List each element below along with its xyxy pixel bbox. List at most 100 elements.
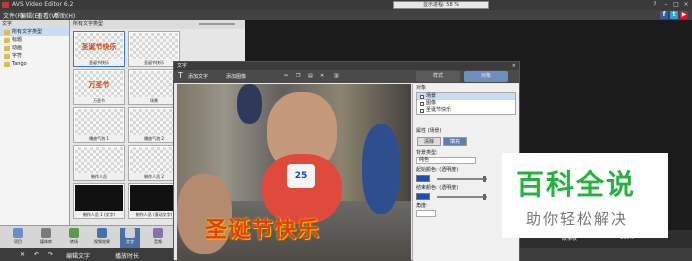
tab-object[interactable]: 对象 [464, 71, 508, 82]
thumb-caption: 万圣节 [74, 97, 124, 104]
progress-indicator: 显示进程: 58 % [393, 1, 489, 9]
delete-object-icon[interactable]: ✕ [320, 73, 324, 79]
add-image-button[interactable]: 添加图像 [226, 73, 246, 80]
delete-icon[interactable]: ✕ [20, 251, 25, 258]
thumb-caption: 播放气泡 1 [74, 135, 124, 142]
object-list-item[interactable]: 圣诞节快乐 [417, 107, 515, 114]
slider-knob[interactable] [483, 176, 486, 182]
video-effects-button[interactable]: 视频效果 [92, 228, 112, 248]
duration-button[interactable]: 播放时长 [115, 251, 139, 260]
layer-icon[interactable]: ▥ [334, 73, 339, 79]
start-opacity-slider[interactable] [437, 178, 487, 180]
tab-style[interactable]: 样式 [416, 71, 460, 82]
clear-button[interactable]: 清除 [417, 137, 441, 146]
folder-icon [4, 61, 10, 67]
tree-item-tango[interactable]: Tango [0, 60, 69, 68]
watermark-subtitle: 助你轻松解决 [526, 210, 629, 228]
fill-type-select[interactable]: 纯色 [416, 157, 476, 164]
angle-field[interactable] [416, 210, 436, 217]
object-list-item[interactable]: 图像 [417, 100, 515, 107]
zoom-slider[interactable] [199, 23, 235, 25]
facebook-icon[interactable]: f [660, 11, 668, 19]
folder-icon [4, 37, 10, 43]
menu-help[interactable]: 帮助(H) [54, 11, 75, 20]
checkbox[interactable] [420, 108, 424, 113]
tree-item-character[interactable]: 字符 [0, 52, 69, 60]
end-color-picker[interactable] [416, 193, 430, 200]
copy-icon[interactable]: ❐ [296, 73, 300, 79]
app-icon [2, 2, 9, 8]
toolbar-icon [69, 228, 79, 238]
text-template-thumb[interactable]: 万圣节 万圣节 [73, 69, 125, 105]
tree-item-label: 动画 [12, 45, 23, 51]
thumb-preview [75, 147, 123, 173]
youtube-icon[interactable]: ▶ [680, 11, 688, 19]
text-template-thumb[interactable]: 圣诞节快乐 圣诞节快乐 [73, 31, 125, 67]
undo-icon[interactable]: ↶ [34, 251, 39, 258]
dialog-title: 文字 [177, 63, 188, 69]
tree-item-animation[interactable]: 动画 [0, 44, 69, 52]
thumb-caption: 制作人员 2 [129, 173, 179, 180]
folder-icon [4, 53, 10, 59]
text-button[interactable]: 文字 [120, 228, 140, 248]
child-right [362, 124, 400, 214]
add-text-button[interactable]: 添加文字 [188, 73, 208, 80]
preview-caption[interactable]: 圣诞节快乐 [205, 212, 320, 244]
dialog-close-icon[interactable]: × [512, 62, 516, 70]
minimize-button[interactable]: – [661, 1, 671, 9]
redo-icon[interactable]: ↷ [48, 251, 53, 258]
transitions-button[interactable]: 转场 [64, 228, 84, 248]
checkbox[interactable] [420, 101, 424, 106]
toolbar-label: 转场 [70, 239, 78, 244]
close-button[interactable]: × [681, 1, 691, 9]
media-library-button[interactable]: 媒体库 [36, 228, 56, 248]
menu-bar: 文件(F) 编辑(E) 查看(V) 帮助(H) [0, 10, 692, 20]
start-color-picker[interactable] [416, 175, 430, 182]
app-window: AVS Video Editor 6.2 显示进程: 58 % ? – □ × … [0, 0, 692, 261]
thumb-caption: 场景 [129, 97, 179, 104]
toolbar-label: 视频效果 [94, 239, 110, 244]
folder-icon [4, 45, 10, 51]
preview-image[interactable]: 25 圣诞节快乐 [177, 84, 411, 261]
fill-button[interactable]: 填充 [443, 137, 467, 146]
category-tree: 文字 所有文字类型 标题 动画 字符 Tango [0, 20, 70, 225]
maximize-button[interactable]: □ [671, 1, 681, 9]
text-template-thumb[interactable]: 播放气泡 1 [73, 107, 125, 143]
text-template-thumb[interactable]: 制作人员 1 (文字) [73, 183, 125, 219]
thumb-caption: 制作人员 [74, 173, 124, 180]
thumb-preview [75, 185, 123, 211]
help-icon[interactable]: ? [650, 1, 660, 9]
toolbar-icon [97, 228, 107, 238]
thumb-caption: 圣诞节快乐 [74, 59, 124, 66]
project-button[interactable]: 项目 [8, 228, 28, 248]
toolbar-icon [125, 228, 135, 238]
objects-list: 场景 图像 圣诞节快乐 [416, 92, 516, 115]
paste-icon[interactable]: ▤ [308, 73, 313, 79]
tree-item-label: 标题 [12, 37, 23, 43]
folder-icon [4, 29, 10, 35]
thumb-preview [130, 71, 178, 97]
object-list-item[interactable]: 场景 [417, 93, 515, 100]
thumb-caption: 圣诞节快乐 [129, 59, 179, 66]
dialog-toolbar: T 添加文字 添加图像 ✂ ❐ ▤ ✕ ▥ 样式 对象 [174, 70, 519, 83]
thumb-caption: 制作人员 1 (文字) [74, 211, 124, 218]
thumb-preview [130, 185, 178, 211]
gallery-header: 所有文字类型 [70, 20, 245, 29]
watermark-logo: 百科全说 助你轻松解决 [502, 153, 668, 238]
audio-button[interactable]: 音频 [148, 228, 168, 248]
cut-icon[interactable]: ✂ [284, 73, 288, 79]
dialog-title-bar: 文字 × [174, 62, 519, 70]
number-bib: 25 [287, 164, 315, 188]
thumb-title: 万圣节 [88, 81, 110, 89]
twitter-icon[interactable]: t [670, 11, 678, 19]
tree-item-title[interactable]: 标题 [0, 36, 69, 44]
end-opacity-slider[interactable] [437, 196, 487, 198]
text-template-thumb[interactable]: 制作人员 [73, 145, 125, 181]
tree-item-all[interactable]: 所有文字类型 [0, 28, 69, 36]
slider-knob[interactable] [483, 194, 486, 200]
edit-text-button[interactable]: 编辑文字 [66, 251, 90, 260]
thumb-preview [130, 147, 178, 173]
checkbox[interactable] [420, 94, 424, 99]
tree-item-label: Tango [12, 61, 27, 67]
thumb-caption: 播放气泡 2 [129, 135, 179, 142]
